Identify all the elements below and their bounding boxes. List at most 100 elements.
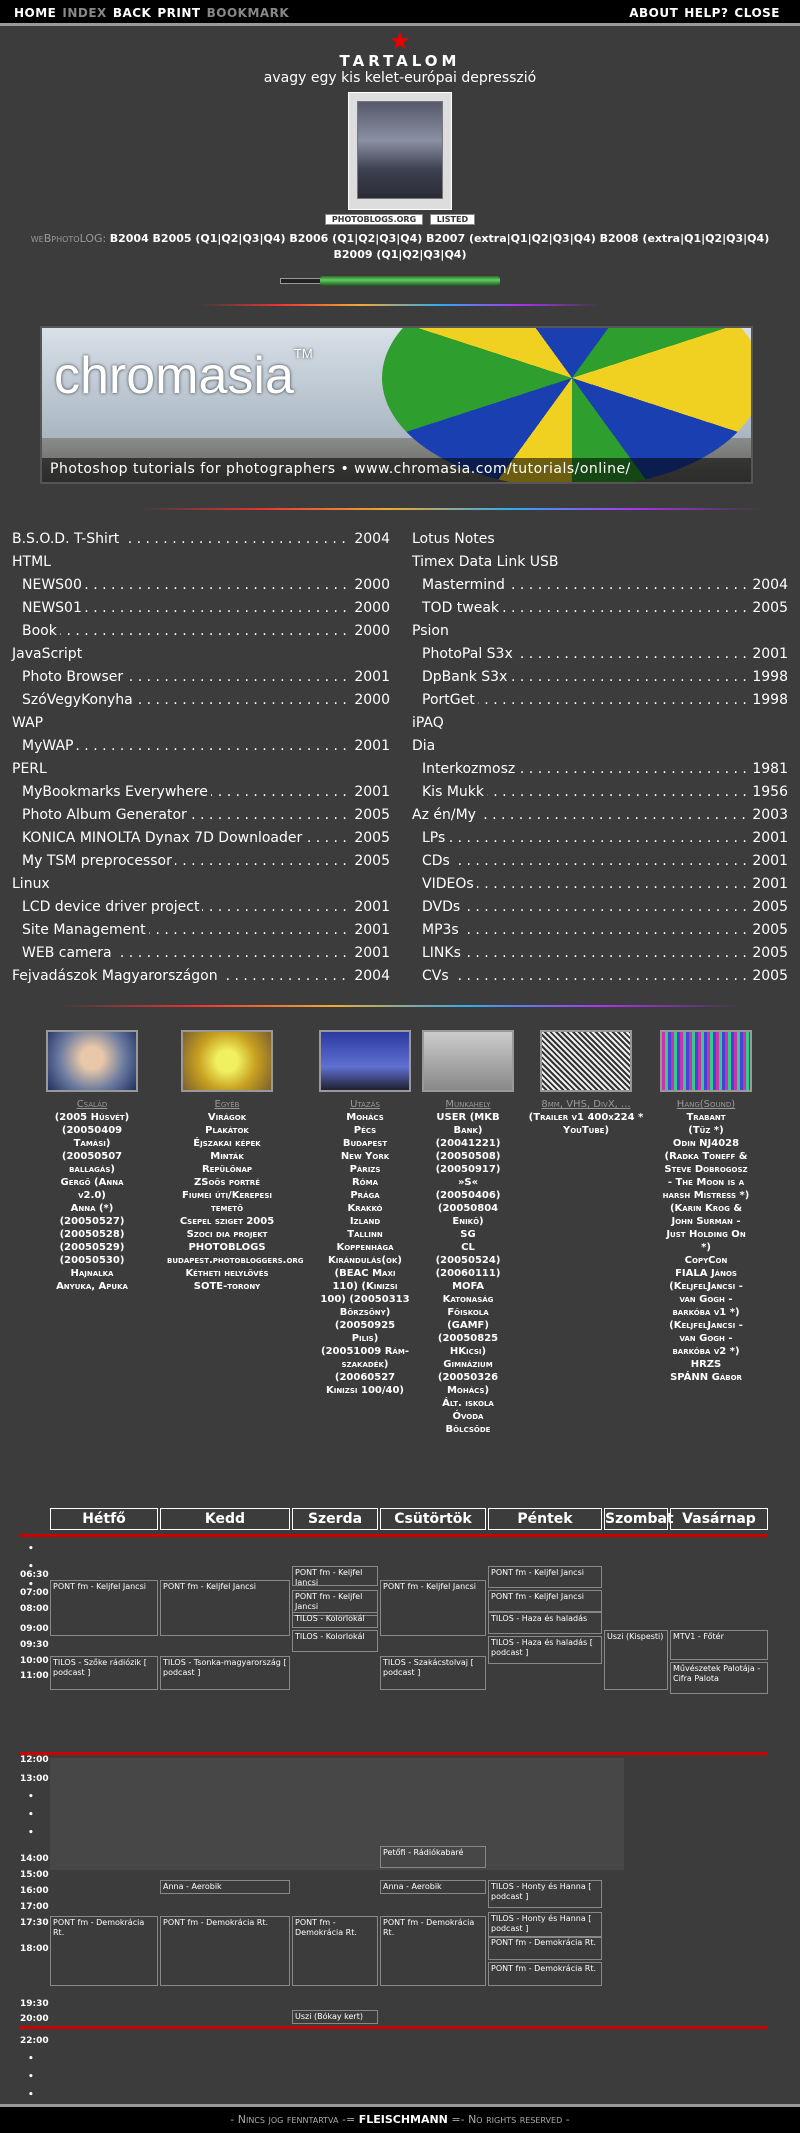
schedule-event[interactable]: PONT fm - Keljfel Jancsi xyxy=(380,1580,486,1636)
list-item[interactable]: KONICA MINOLTA Dynax 7D Downloader . . .… xyxy=(12,827,390,850)
list-item[interactable]: MyBookmarks Everywhere . . . . . . . . .… xyxy=(12,781,390,804)
list-item[interactable]: Timex Data Link USB xyxy=(412,551,788,574)
list-item[interactable]: PortGet . . . . . . . . . . . . . . . . … xyxy=(412,689,788,712)
gallery-link[interactable]: Szoci dia projekt xyxy=(167,1228,287,1241)
gallery-link[interactable]: (20060527 xyxy=(305,1371,425,1384)
author-name[interactable]: FLEISCHMANN xyxy=(359,2113,448,2126)
gallery-link[interactable]: MOFA xyxy=(418,1280,518,1293)
list-item[interactable]: NEWS00 . . . . . . . . . . . . . . . . .… xyxy=(12,574,390,597)
gallery-link[interactable]: FIALA János xyxy=(650,1267,762,1280)
gallery-link[interactable]: 100) (20050313 xyxy=(305,1293,425,1306)
gallery-link[interactable]: (Trailer v1 400x224 * xyxy=(520,1111,652,1124)
gallery-caption[interactable]: 8mm, VHS, DivX, ... xyxy=(520,1098,652,1111)
list-item[interactable]: TOD tweak . . . . . . . . . . . . . . . … xyxy=(412,597,788,620)
gallery-link[interactable]: Enikő) xyxy=(418,1215,518,1228)
schedule-event[interactable]: TILOS - Haza és haladás xyxy=(488,1612,602,1634)
list-item[interactable]: CDs . . . . . . . . . . . . . . . . . . … xyxy=(412,850,788,873)
gallery-link[interactable]: Krakkó xyxy=(305,1202,425,1215)
list-item[interactable]: Mastermind . . . . . . . . . . . . . . .… xyxy=(412,574,788,597)
flower-photo[interactable] xyxy=(181,1030,273,1092)
gallery-link[interactable]: (20050527) xyxy=(42,1215,142,1228)
video-photo[interactable] xyxy=(540,1030,632,1092)
nav-back-link[interactable]: BACK xyxy=(113,1,152,20)
list-item[interactable]: SzóVegyKonyha . . . . . . . . . . . . . … xyxy=(12,689,390,712)
gallery-link[interactable]: (20050530) xyxy=(42,1254,142,1267)
list-item[interactable]: DVDs . . . . . . . . . . . . . . . . . .… xyxy=(412,896,788,919)
gallery-caption[interactable]: Hang(Sound) xyxy=(650,1098,762,1111)
sound-photo[interactable] xyxy=(660,1030,752,1092)
photoblogs-badge[interactable]: PHOTOBLOGS.ORG xyxy=(324,214,424,225)
gallery-link[interactable]: CL xyxy=(418,1241,518,1254)
gallery-link[interactable]: Mohács xyxy=(305,1111,425,1124)
schedule-event[interactable]: TILOS - Szakácstolvaj [ podcast ] xyxy=(380,1656,486,1690)
gallery-link[interactable]: SOTE-torony xyxy=(167,1280,287,1293)
schedule-event[interactable]: TILOS - Kolorlokál xyxy=(292,1612,378,1628)
gallery-link[interactable]: Ált. iskola xyxy=(418,1397,518,1410)
nav-home-link[interactable]: HOME xyxy=(14,1,56,20)
gallery-link[interactable]: (KeljfelJancsi - xyxy=(650,1319,762,1332)
gallery-link[interactable]: (20050326 xyxy=(418,1371,518,1384)
chromasia-banner[interactable]: chromasiaTM Photoshop tutorials for phot… xyxy=(40,326,753,484)
schedule-event[interactable]: Petőfi - Rádiókabaré xyxy=(380,1846,486,1868)
list-item[interactable]: B.S.O.D. T-Shirt . . . . . . . . . . . .… xyxy=(12,528,390,551)
list-item[interactable]: Az én/My . . . . . . . . . . . . . . . .… xyxy=(412,804,788,827)
gallery-link[interactable]: Bölcsőde xyxy=(418,1423,518,1436)
gallery-link[interactable]: (2005 Húsvét) xyxy=(42,1111,142,1124)
list-item[interactable]: VIDEOs . . . . . . . . . . . . . . . . .… xyxy=(412,873,788,896)
gallery-link[interactable]: Virágok xyxy=(167,1111,287,1124)
schedule-event[interactable]: TILOS - Honty és Hanna [ podcast ] xyxy=(488,1912,602,1938)
nav-bookmark-link[interactable]: BOOKMARK xyxy=(207,1,290,20)
gallery-link[interactable]: Minták xyxy=(167,1150,287,1163)
schedule-event[interactable]: PONT fm - Keljfel Jancsi xyxy=(292,1566,378,1586)
list-item[interactable]: Dia xyxy=(412,735,788,758)
list-item[interactable]: Psion xyxy=(412,620,788,643)
gallery-link[interactable]: Steve Dobrogosz xyxy=(650,1163,762,1176)
gallery-link[interactable]: (GAMF) xyxy=(418,1319,518,1332)
list-item[interactable]: Photo Album Generator . . . . . . . . . … xyxy=(12,804,390,827)
gallery-caption[interactable]: Munkahely xyxy=(418,1098,518,1111)
gallery-link[interactable]: (BEAC Maxi xyxy=(305,1267,425,1280)
gallery-link[interactable]: Fiumei úti/Kerepesi temető xyxy=(167,1189,287,1215)
gallery-link[interactable]: Párizs xyxy=(305,1163,425,1176)
gallery-link[interactable]: PHOTOBLOGS xyxy=(167,1241,287,1254)
list-item[interactable]: Linux xyxy=(12,873,390,896)
schedule-event[interactable]: PONT fm - Keljfel Jancsi xyxy=(50,1580,158,1636)
schedule-event[interactable]: Művészetek Palotája - Cifra Palota xyxy=(670,1662,768,1694)
gallery-link[interactable]: Gimnázium xyxy=(418,1358,518,1371)
schedule-event[interactable]: PONT fm - Keljfel Jancsi xyxy=(160,1580,290,1636)
nav-close-link[interactable]: CLOSE xyxy=(734,1,780,20)
gallery-link[interactable]: ballagás) xyxy=(42,1163,142,1176)
gallery-link[interactable]: Gergő (Anna xyxy=(42,1176,142,1189)
gallery-link[interactable]: Bank) xyxy=(418,1124,518,1137)
travel-photo[interactable] xyxy=(319,1030,411,1092)
gallery-link[interactable]: Csepel sziget 2005 xyxy=(167,1215,287,1228)
list-item[interactable]: WEB camera . . . . . . . . . . . . . . .… xyxy=(12,942,390,965)
gallery-link[interactable]: SPÁNN Gábor xyxy=(650,1371,762,1384)
gallery-link[interactable]: (20050925 xyxy=(305,1319,425,1332)
list-item[interactable]: Kis Mukk . . . . . . . . . . . . . . . .… xyxy=(412,781,788,804)
gallery-link[interactable]: Anyuka, Apuka xyxy=(42,1280,142,1293)
gallery-link[interactable]: Prága xyxy=(305,1189,425,1202)
gallery-link[interactable]: Anna (*) xyxy=(42,1202,142,1215)
schedule-event[interactable]: PONT fm - Keljfel Jancsi xyxy=(488,1566,602,1588)
gallery-link[interactable]: Éjszakai képek xyxy=(167,1137,287,1150)
list-item[interactable]: WAP xyxy=(12,712,390,735)
schedule-event[interactable]: Uszi (Kispesti) xyxy=(604,1630,668,1690)
nav-about-link[interactable]: ABOUT xyxy=(629,1,678,20)
family-photo[interactable] xyxy=(46,1030,138,1092)
list-item[interactable]: MyWAP . . . . . . . . . . . . . . . . . … xyxy=(12,735,390,758)
list-item[interactable]: Book . . . . . . . . . . . . . . . . . .… xyxy=(12,620,390,643)
gallery-link[interactable]: Kinizsi 100/40) xyxy=(305,1384,425,1397)
gallery-link[interactable]: Róma xyxy=(305,1176,425,1189)
gallery-link[interactable]: Börzsöny) xyxy=(305,1306,425,1319)
list-item[interactable]: JavaScript xyxy=(12,643,390,666)
gallery-link[interactable]: Budapest xyxy=(305,1137,425,1150)
list-item[interactable]: Lotus Notes xyxy=(412,528,788,551)
list-item[interactable]: LPs . . . . . . . . . . . . . . . . . . … xyxy=(412,827,788,850)
schedule-event[interactable]: PONT fm - Demokrácia Rt. xyxy=(292,1916,378,1986)
list-item[interactable]: Fejvadászok Magyarországon . . . . . . .… xyxy=(12,965,390,988)
schedule-event[interactable]: TILOS - Kolorlokál xyxy=(292,1630,378,1652)
gallery-link[interactable]: (20060111) xyxy=(418,1267,518,1280)
schedule-event[interactable]: PONT fm - Demokrácia Rt. xyxy=(488,1936,602,1960)
featured-photo[interactable] xyxy=(348,92,452,210)
